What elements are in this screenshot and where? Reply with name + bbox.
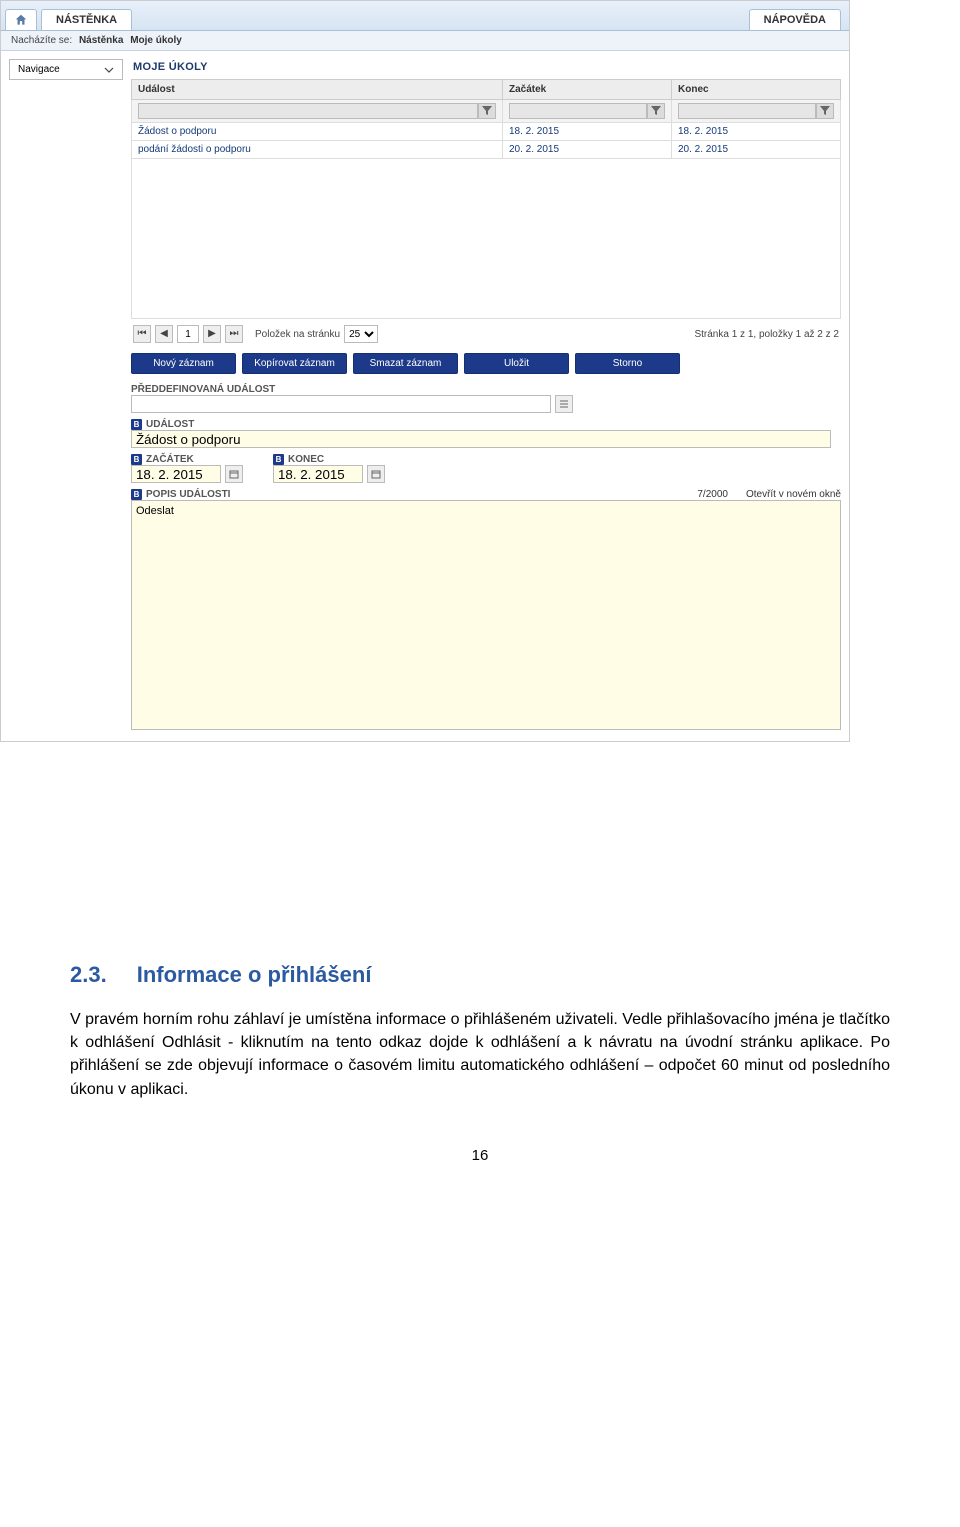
- label-zacatek: ZAČÁTEK: [146, 454, 194, 465]
- cell-zacatek: 20. 2. 2015: [503, 141, 672, 159]
- start-date-input[interactable]: [131, 465, 221, 483]
- pager-first[interactable]: ⏮: [133, 325, 151, 343]
- cell-udalost: podání žádosti o podporu: [132, 141, 503, 159]
- predefined-event-input[interactable]: [131, 395, 551, 413]
- cell-konec: 20. 2. 2015: [672, 141, 841, 159]
- breadcrumb-item-2[interactable]: Moje úkoly: [130, 35, 182, 46]
- pager-items-label: Položek na stránku: [255, 329, 340, 340]
- label-konec: KONEC: [288, 454, 324, 465]
- open-new-window-link[interactable]: Otevřít v novém okně: [746, 489, 841, 500]
- chevron-down-icon: [104, 65, 114, 75]
- filter-konec[interactable]: [678, 103, 816, 119]
- pager-summary: Stránka 1 z 1, položky 1 až 2 z 2: [694, 329, 839, 340]
- description-textarea[interactable]: Odeslat: [131, 500, 841, 730]
- breadcrumb-item-1[interactable]: Nástěnka: [79, 35, 123, 46]
- breadcrumb-prefix: Nacházíte se:: [11, 35, 72, 46]
- label-preddefinovana: PŘEDDEFINOVANÁ UDÁLOST: [131, 384, 275, 395]
- required-icon: B: [131, 454, 142, 465]
- pager-prev[interactable]: ◀: [155, 325, 173, 343]
- list-picker-icon[interactable]: [555, 395, 573, 413]
- required-icon: B: [273, 454, 284, 465]
- pager-last[interactable]: ⏭: [225, 325, 243, 343]
- home-tab[interactable]: [5, 9, 37, 30]
- doc-paragraph: V pravém horním rohu záhlaví je umístěna…: [70, 1008, 890, 1101]
- label-popis: POPIS UDÁLOSTI: [146, 489, 230, 500]
- copy-record-button[interactable]: Kopírovat záznam: [242, 353, 347, 374]
- tasks-table: Událost Začátek Konec Žádost o podporu 1…: [131, 79, 841, 319]
- table-row[interactable]: podání žádosti o podporu 20. 2. 2015 20.…: [132, 141, 841, 159]
- new-record-button[interactable]: Nový záznam: [131, 353, 236, 374]
- filter-udalost[interactable]: [138, 103, 478, 119]
- section-title: MOJE ÚKOLY: [131, 59, 841, 79]
- cancel-button[interactable]: Storno: [575, 353, 680, 374]
- tab-nastenka[interactable]: NÁSTĚNKA: [41, 9, 132, 30]
- breadcrumb: Nacházíte se: Nástěnka Moje úkoly: [1, 31, 849, 51]
- cell-konec: 18. 2. 2015: [672, 123, 841, 141]
- end-date-input[interactable]: [273, 465, 363, 483]
- col-udalost[interactable]: Událost: [132, 80, 503, 100]
- heading-text: Informace o přihlášení: [137, 962, 372, 987]
- label-udalost: UDÁLOST: [146, 419, 194, 430]
- navigation-toggle[interactable]: Navigace: [9, 59, 123, 80]
- table-row[interactable]: Žádost o podporu 18. 2. 2015 18. 2. 2015: [132, 123, 841, 141]
- cell-udalost: Žádost o podporu: [132, 123, 503, 141]
- filter-icon[interactable]: [478, 103, 496, 119]
- event-input[interactable]: [131, 430, 831, 448]
- col-konec[interactable]: Konec: [672, 80, 841, 100]
- required-icon: B: [131, 419, 142, 430]
- col-zacatek[interactable]: Začátek: [503, 80, 672, 100]
- required-icon: B: [131, 489, 142, 500]
- filter-zacatek[interactable]: [509, 103, 647, 119]
- delete-record-button[interactable]: Smazat záznam: [353, 353, 458, 374]
- page-number: 16: [0, 1147, 960, 1184]
- navigation-label: Navigace: [18, 64, 60, 75]
- filter-icon[interactable]: [816, 103, 834, 119]
- calendar-icon[interactable]: [367, 465, 385, 483]
- pager-next[interactable]: ▶: [203, 325, 221, 343]
- pager-items-select[interactable]: 25: [344, 325, 378, 343]
- filter-icon[interactable]: [647, 103, 665, 119]
- char-counter: 7/2000: [697, 489, 728, 500]
- pager-page[interactable]: [177, 325, 199, 343]
- table-empty-space: [132, 159, 841, 319]
- tab-napoveda[interactable]: NÁPOVĚDA: [749, 9, 841, 30]
- save-button[interactable]: Uložit: [464, 353, 569, 374]
- heading-number: 2.3.: [70, 962, 107, 987]
- doc-heading: 2.3. Informace o přihlášení: [70, 962, 890, 988]
- cell-zacatek: 18. 2. 2015: [503, 123, 672, 141]
- pager: ⏮ ◀ ▶ ⏭ Položek na stránku 25 Stránka 1 …: [131, 319, 841, 349]
- calendar-icon[interactable]: [225, 465, 243, 483]
